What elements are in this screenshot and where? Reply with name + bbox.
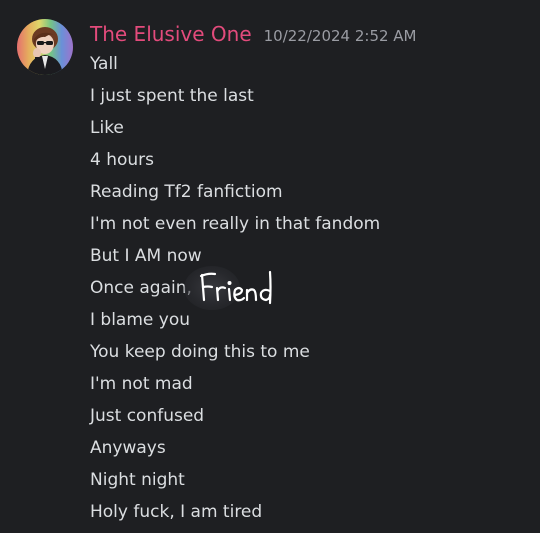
message-text: Just confused <box>90 406 205 426</box>
message-text: Once again, <box>90 278 192 298</box>
timestamp[interactable]: 10/22/2024 2:52 AM <box>264 27 417 45</box>
message-text: Like <box>90 118 124 138</box>
message-text: But I AM now <box>90 246 202 266</box>
message-text: Night night <box>90 470 185 490</box>
message-text: Yall <box>90 54 118 74</box>
user-avatar[interactable] <box>17 19 73 75</box>
message-text: Reading Tf2 fanfictiom <box>90 182 283 202</box>
message-text: I'm not mad <box>90 374 193 394</box>
message-list: Yall I just spent the last Like 4 hours … <box>90 48 530 528</box>
message-text: You keep doing this to me <box>90 342 310 362</box>
message-text: Anyways <box>90 438 166 458</box>
message-text: I'm not even really in that fandom <box>90 214 381 234</box>
message-text: I just spent the last <box>90 86 254 106</box>
username[interactable]: The Elusive One <box>90 22 252 46</box>
message-text: Holy fuck, I am tired <box>90 502 263 522</box>
message-text: 4 hours <box>90 150 155 170</box>
message-text: I blame you <box>90 310 191 330</box>
avatar-image <box>17 19 73 75</box>
message-group: The Elusive One 10/22/2024 2:52 AM Yall … <box>0 0 540 533</box>
